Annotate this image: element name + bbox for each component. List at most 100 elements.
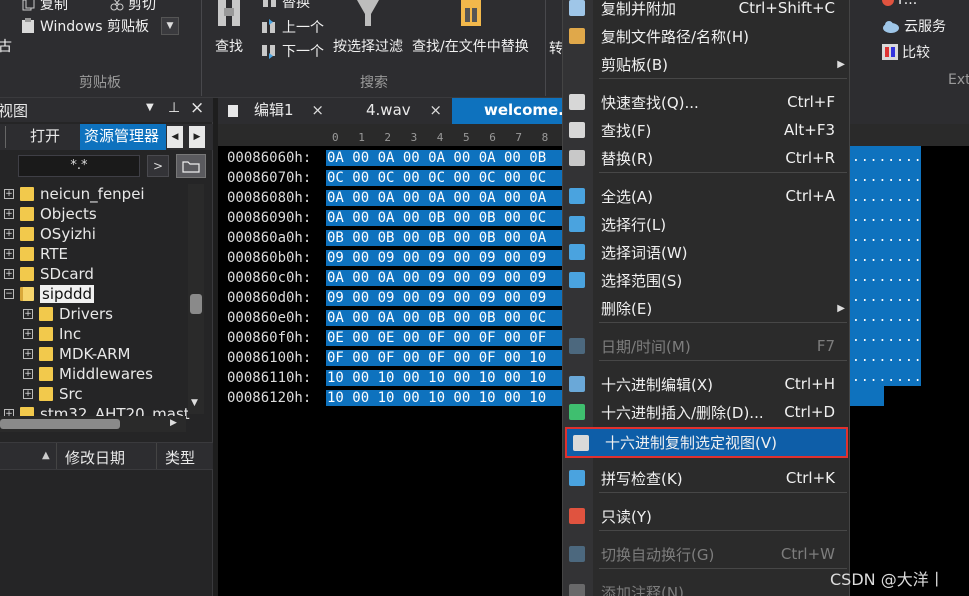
panel-menu-chevron-icon[interactable]: ▼ (146, 102, 154, 113)
filter-selection-button[interactable]: 按选择过滤 (333, 0, 403, 56)
find-next-button[interactable]: 下一个 (260, 41, 324, 61)
hex-row[interactable]: 000860e0h: 0A 00 0A 00 0B 00 0B 00 0C (227, 308, 562, 328)
hex-bytes[interactable]: 10 00 10 00 10 00 10 00 10 (326, 370, 562, 386)
menu-item[interactable]: 选择词语(W) (563, 238, 851, 266)
menu-item[interactable]: 选择范围(S) (563, 266, 851, 294)
menu-item[interactable]: 全选(A) Ctrl+A (563, 182, 851, 210)
pin-icon[interactable]: ⊥ (168, 100, 180, 116)
tab-truncated[interactable] (0, 126, 6, 148)
tree-item[interactable]: + Src (23, 384, 83, 404)
expand-icon[interactable]: + (23, 349, 33, 359)
close-tab-icon[interactable]: × (311, 98, 324, 122)
hex-bytes[interactable]: 09 00 09 00 09 00 09 00 09 (326, 290, 562, 306)
filter-go-icon[interactable]: > (147, 155, 169, 177)
find-in-files-button[interactable]: 查找/在文件中替换 (412, 0, 529, 56)
expand-icon[interactable]: + (23, 309, 33, 319)
menu-item[interactable]: 拼写检查(K) Ctrl+K (563, 464, 851, 492)
sort-ascending-icon[interactable]: ▲ (42, 450, 50, 461)
tree-item[interactable]: + SDcard (4, 264, 94, 284)
tree-item[interactable]: + neicun_fenpei (4, 184, 145, 204)
menu-item[interactable]: 十六进制插入/删除(D)... Ctrl+D (563, 398, 851, 426)
menu-item[interactable]: 十六进制编辑(X) Ctrl+H (563, 370, 851, 398)
open-folder-button[interactable] (176, 154, 206, 178)
expand-icon[interactable]: + (23, 369, 33, 379)
hex-bytes[interactable]: 0C 00 0C 00 0C 00 0C 00 0C (326, 170, 562, 186)
ribbon-item-top[interactable]: F... (882, 0, 917, 8)
tree-item[interactable]: + Objects (4, 204, 97, 224)
expand-icon[interactable]: + (4, 249, 14, 259)
expand-icon[interactable]: + (4, 229, 14, 239)
tab-open[interactable]: 打开 (26, 124, 64, 150)
menu-item[interactable]: 日期/时间(M) F7 (563, 332, 851, 360)
hex-row[interactable]: 00086110h: 10 00 10 00 10 00 10 00 10 (227, 368, 562, 388)
hex-bytes[interactable]: 0A 00 0A 00 0B 00 0B 00 0C (326, 210, 562, 226)
tab-edit1[interactable]: 编辑1 × (220, 98, 332, 124)
tab-welcome[interactable]: welcome.v (452, 98, 574, 124)
expand-icon[interactable]: + (4, 189, 14, 199)
hex-row[interactable]: 00086060h: 0A 00 0A 00 0A 00 0A 00 0B (227, 148, 562, 168)
hex-bytes[interactable]: 10 00 10 00 10 00 10 00 10 (326, 390, 562, 406)
menu-item[interactable]: 选择行(L) (563, 210, 851, 238)
compare-button[interactable]: 比较 (882, 42, 930, 62)
menu-item[interactable]: 添加注释(N) (563, 578, 851, 596)
tree-item[interactable]: + RTE (4, 244, 68, 264)
cut-button[interactable]: 剪切 (110, 0, 156, 14)
hex-bytes[interactable]: 0A 00 0A 00 09 00 09 00 09 (326, 270, 562, 286)
hex-row[interactable]: 00086090h: 0A 00 0A 00 0B 00 0B 00 0C (227, 208, 562, 228)
hex-bytes[interactable]: 09 00 09 00 09 00 09 00 09 (326, 250, 562, 266)
find-button[interactable]: 查找 (214, 0, 244, 56)
tree-vertical-scrollbar[interactable]: ▼ (188, 184, 204, 414)
hex-bytes[interactable]: 0B 00 0B 00 0B 00 0B 00 0A (326, 230, 562, 246)
menu-item[interactable]: 快速查找(Q)... Ctrl+F (563, 88, 851, 116)
menu-item[interactable]: 替换(R) Ctrl+R (563, 144, 851, 172)
tab-explorer[interactable]: 资源管理器 (80, 124, 166, 150)
find-prev-button[interactable]: 上一个 (260, 17, 324, 37)
menu-item[interactable]: 十六进制复制选定视图(V) (565, 427, 848, 458)
hex-row[interactable]: 00086080h: 0A 00 0A 00 0A 00 0A 00 0A (227, 188, 562, 208)
tree-item[interactable]: + Middlewares (23, 364, 153, 384)
column-type[interactable]: 类型 (165, 447, 195, 468)
file-filter-input[interactable]: *.* (18, 155, 140, 177)
scroll-right-icon[interactable]: ▶ (170, 418, 177, 428)
column-modified-date[interactable]: 修改日期 (65, 447, 125, 468)
tree-item[interactable]: + OSyizhi (4, 224, 96, 244)
tree-item[interactable]: + Drivers (23, 304, 113, 324)
menu-item[interactable]: 查找(F) Alt+F3 (563, 116, 851, 144)
tree-horizontal-scrollbar[interactable]: ▶ (0, 416, 186, 432)
hex-row[interactable]: 00086070h: 0C 00 0C 00 0C 00 0C 00 0C (227, 168, 562, 188)
replace-button[interactable]: 替换 (262, 0, 310, 12)
hex-row[interactable]: 00086120h: 10 00 10 00 10 00 10 00 10 (227, 388, 562, 408)
cloud-services-button[interactable]: 云服务 (882, 16, 946, 36)
menu-item[interactable]: 切换自动换行(G) Ctrl+W (563, 540, 851, 568)
tree-item[interactable]: + MDK-ARM (23, 344, 130, 364)
close-panel-icon[interactable]: × (190, 98, 204, 118)
expand-icon[interactable]: + (23, 329, 33, 339)
expand-icon[interactable]: + (23, 389, 33, 399)
menu-item[interactable]: 删除(E) ▶ (563, 294, 851, 322)
hex-bytes[interactable]: 0F 00 0F 00 0F 00 0F 00 10 (326, 350, 562, 366)
copy-button[interactable]: 复制 (22, 0, 68, 14)
hex-row[interactable]: 00086100h: 0F 00 0F 00 0F 00 0F 00 10 (227, 348, 562, 368)
collapse-icon[interactable]: − (4, 289, 14, 299)
scroll-down-icon[interactable]: ▼ (191, 398, 198, 408)
tree-item[interactable]: + Inc (23, 324, 81, 344)
scrollbar-thumb[interactable] (190, 294, 202, 314)
tab-4wav[interactable]: 4.wav × (334, 98, 450, 124)
close-tab-icon[interactable]: × (429, 98, 442, 122)
hex-row[interactable]: 000860a0h: 0B 00 0B 00 0B 00 0B 00 0A (227, 228, 562, 248)
hex-bytes[interactable]: 0A 00 0A 00 0B 00 0B 00 0C (326, 310, 562, 326)
clipboard-combo[interactable]: Windows 剪贴板 ▼ (20, 16, 179, 36)
hex-row[interactable]: 000860d0h: 09 00 09 00 09 00 09 00 09 (227, 288, 562, 308)
menu-item[interactable]: 只读(Y) (563, 502, 851, 530)
menu-item[interactable]: 复制并附加 Ctrl+Shift+C (563, 0, 851, 22)
expand-icon[interactable]: + (4, 209, 14, 219)
hex-bytes[interactable]: 0E 00 0E 00 0F 00 0F 00 0F (326, 330, 562, 346)
menu-item[interactable]: 复制文件路径/名称(H) (563, 22, 851, 50)
hex-bytes[interactable]: 0A 00 0A 00 0A 00 0A 00 0B (326, 150, 562, 166)
chevron-down-icon[interactable]: ▼ (160, 17, 179, 35)
hex-row[interactable]: 000860f0h: 0E 00 0E 00 0F 00 0F 00 0F (227, 328, 562, 348)
expand-icon[interactable]: + (4, 269, 14, 279)
hex-row[interactable]: 000860c0h: 0A 00 0A 00 09 00 09 00 09 (227, 268, 562, 288)
hex-row[interactable]: 000860b0h: 09 00 09 00 09 00 09 00 09 (227, 248, 562, 268)
tab-scroll-right-icon[interactable]: ▶ (189, 126, 205, 148)
